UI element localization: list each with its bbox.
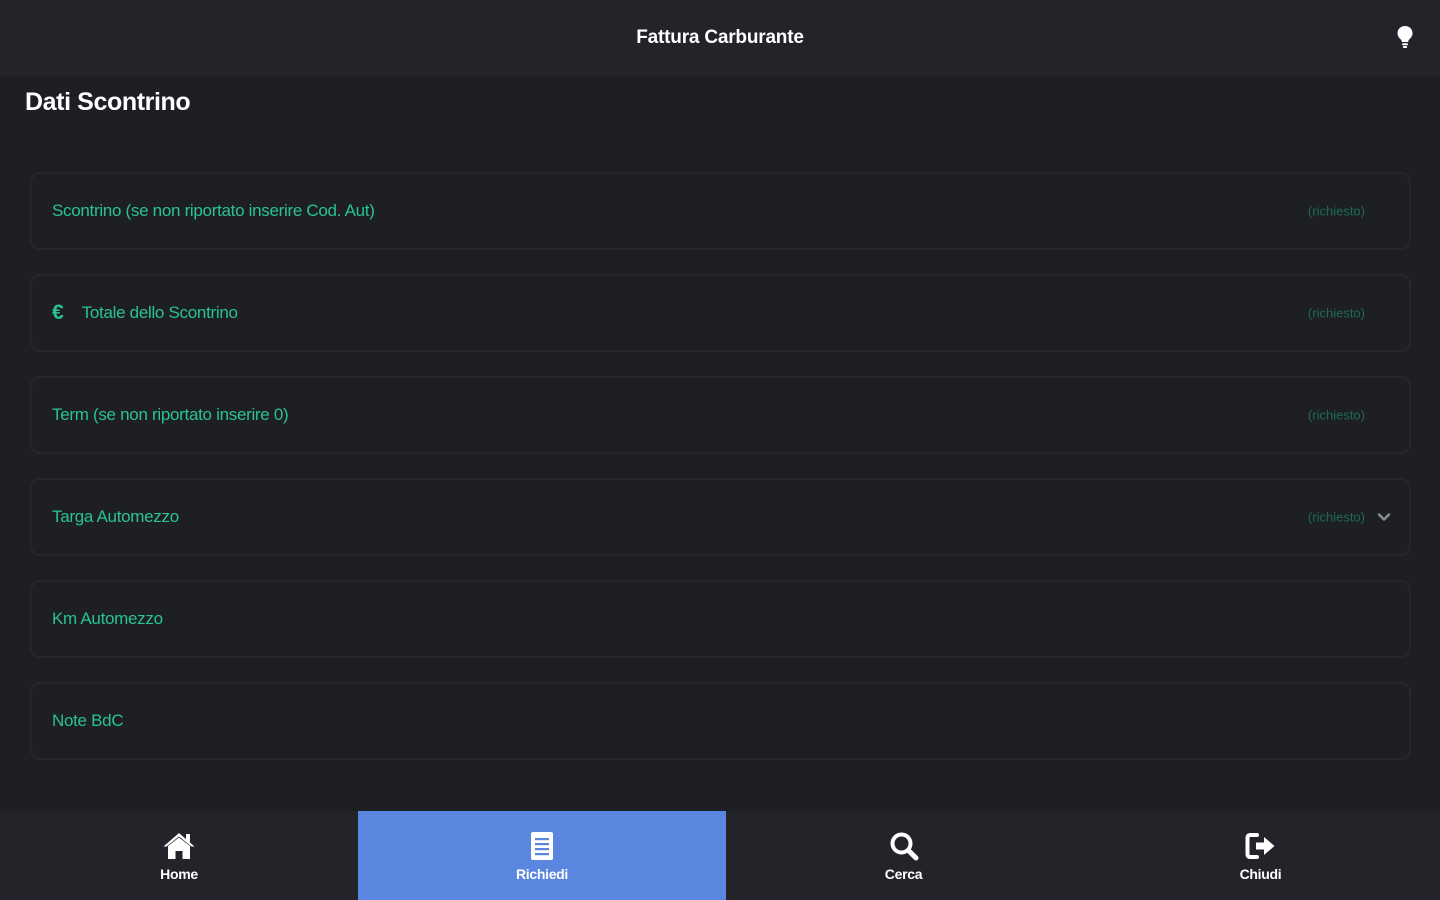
logout-icon [1245, 832, 1274, 859]
terminal-field[interactable]: Term (se non riportato inserire 0) (rich… [30, 376, 1411, 454]
bottom-navigation: Home Richiedi Cerca Chiudi [0, 811, 1440, 900]
lightbulb-icon [1397, 26, 1413, 48]
notes-label: Note BdC [52, 711, 124, 730]
required-hint: (richiesto) [1307, 509, 1365, 525]
required-hint: (richiesto) [1307, 407, 1365, 423]
lightbulb-button[interactable] [1392, 22, 1418, 52]
vehicle-km-label: Km Automezzo [52, 609, 163, 628]
nav-chiudi[interactable]: Chiudi [1081, 811, 1440, 900]
nav-chiudi-label: Chiudi [1239, 865, 1282, 882]
notes-field[interactable]: Note BdC [30, 682, 1411, 760]
section-title: Dati Scontrino [25, 88, 191, 116]
document-icon [531, 831, 553, 860]
required-hint: (richiesto) [1307, 203, 1365, 219]
receipt-number-field[interactable]: Scontrino (se non riportato inserire Cod… [30, 172, 1411, 250]
nav-home-label: Home [160, 865, 198, 882]
receipt-total-label: Totale dello Scontrino [81, 303, 238, 322]
nav-richiedi[interactable]: Richiedi [358, 811, 726, 900]
home-icon [163, 832, 195, 859]
nav-home[interactable]: Home [0, 811, 358, 900]
nav-cerca-label: Cerca [884, 865, 923, 882]
required-hint: (richiesto) [1307, 305, 1365, 321]
app-root: Fattura Carburante Dati Scontrino Scontr… [0, 0, 1440, 900]
euro-icon: € [52, 301, 64, 324]
nav-cerca[interactable]: Cerca [726, 811, 1081, 900]
nav-richiedi-label: Richiedi [515, 865, 569, 882]
vehicle-km-field[interactable]: Km Automezzo [30, 580, 1411, 658]
vehicle-plate-select[interactable]: Targa Automezzo (richiesto) [30, 478, 1411, 556]
page-title: Fattura Carburante [636, 27, 804, 48]
vehicle-plate-label: Targa Automezzo [52, 507, 179, 526]
search-icon [890, 832, 918, 860]
receipt-form: Scontrino (se non riportato inserire Cod… [30, 172, 1411, 784]
top-app-bar: Fattura Carburante [0, 0, 1440, 76]
receipt-total-field[interactable]: € Totale dello Scontrino (richiesto) [30, 274, 1411, 352]
chevron-down-icon [1377, 513, 1391, 521]
receipt-number-label: Scontrino (se non riportato inserire Cod… [52, 201, 375, 220]
terminal-label: Term (se non riportato inserire 0) [52, 405, 289, 424]
